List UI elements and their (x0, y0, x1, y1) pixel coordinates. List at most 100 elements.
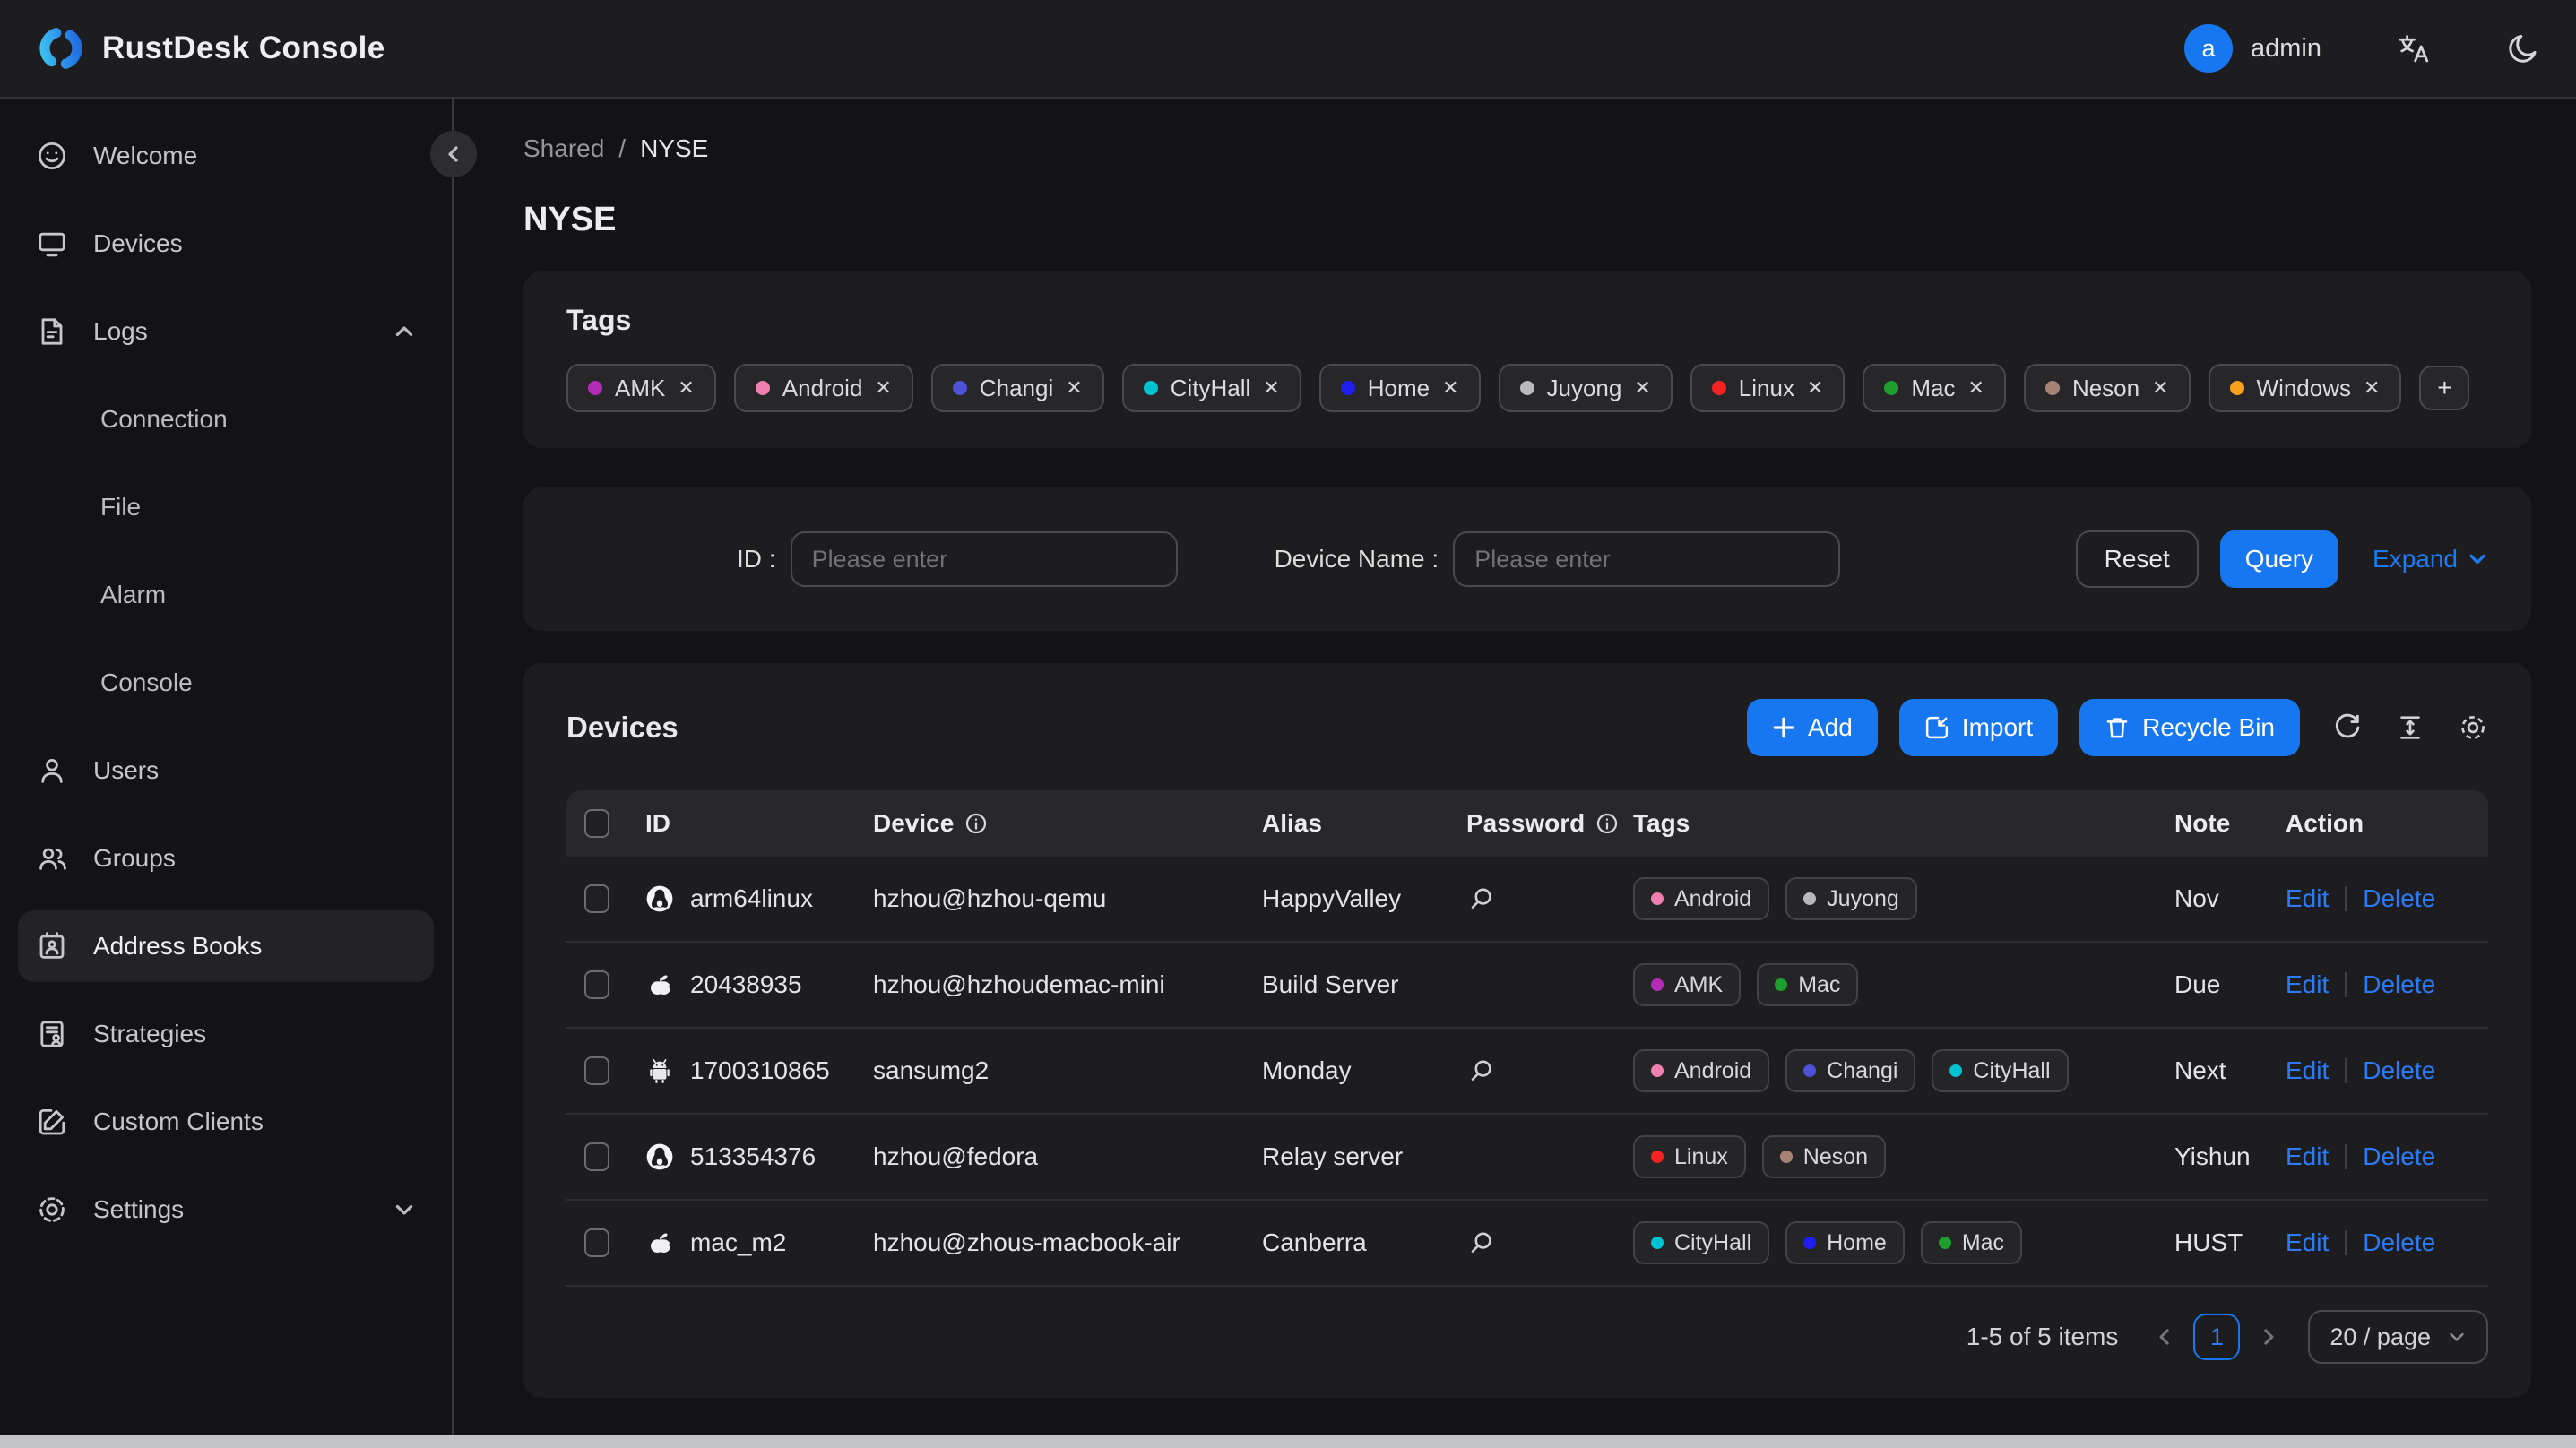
tag-label: Windows (2256, 374, 2352, 401)
edit-link[interactable]: Edit (2286, 1228, 2329, 1257)
tag-chip-changi[interactable]: Changi ✕ (930, 364, 1104, 412)
row-checkbox[interactable] (584, 1228, 609, 1257)
alias: Monday (1262, 1056, 1352, 1084)
action-separator (2345, 1058, 2347, 1083)
remove-tag-icon[interactable]: ✕ (1263, 378, 1279, 398)
prev-page-icon[interactable] (2143, 1326, 2186, 1348)
expand-link[interactable]: Expand (2373, 545, 2488, 573)
import-button[interactable]: Import (1898, 699, 2059, 756)
view-password-icon[interactable] (1466, 884, 1495, 913)
remove-tag-icon[interactable]: ✕ (1634, 378, 1650, 398)
sidebar-item-devices[interactable]: Devices (18, 208, 434, 280)
next-page-icon[interactable] (2247, 1326, 2290, 1348)
remove-tag-icon[interactable]: ✕ (2152, 378, 2168, 398)
sidebar-item-groups[interactable]: Groups (18, 823, 434, 894)
page-size-select[interactable]: 20 / page (2308, 1310, 2488, 1364)
username[interactable]: admin (2251, 34, 2321, 64)
row-checkbox[interactable] (584, 1142, 609, 1171)
tag-chip-juyong[interactable]: Juyong ✕ (1498, 364, 1673, 412)
row-checkbox[interactable] (584, 970, 609, 999)
translate-icon[interactable] (2397, 31, 2431, 65)
row-checkbox-cell (566, 1056, 627, 1085)
remove-tag-icon[interactable]: ✕ (678, 378, 694, 398)
row-checkbox[interactable] (584, 884, 609, 913)
row-checkbox-cell (566, 1228, 627, 1257)
alias-cell: Relay server (1244, 1142, 1448, 1171)
add-tag-button[interactable]: + (2419, 366, 2470, 410)
tag-chip-neson[interactable]: Neson ✕ (2023, 364, 2191, 412)
id-filter-input[interactable] (790, 531, 1178, 587)
tag-chip-mac[interactable]: Mac ✕ (1863, 364, 2006, 412)
sidebar-item-settings[interactable]: Settings (18, 1174, 434, 1245)
page-number-button[interactable]: 1 (2193, 1314, 2241, 1360)
breadcrumb-parent[interactable]: Shared (523, 134, 604, 163)
remove-tag-icon[interactable]: ✕ (1066, 378, 1082, 398)
select-all-checkbox[interactable] (584, 809, 609, 838)
add-button[interactable]: Add (1746, 699, 1878, 756)
query-button[interactable]: Query (2219, 530, 2339, 588)
row-checkbox[interactable] (584, 1056, 609, 1085)
sidebar-item-custom-clients[interactable]: Custom Clients (18, 1086, 434, 1158)
tags-cell: Android Changi CityHall (1615, 1049, 2157, 1092)
tag-chip-amk[interactable]: AMK ✕ (566, 364, 716, 412)
sidebar-subitem-file[interactable]: File (18, 471, 434, 543)
device-name-filter-input[interactable] (1453, 531, 1841, 587)
tag-label: Mac (1798, 971, 1841, 997)
remove-tag-icon[interactable]: ✕ (875, 378, 891, 398)
tags-card-title: Tags (566, 304, 632, 336)
sidebar-item-welcome[interactable]: Welcome (18, 120, 434, 192)
document-icon (36, 315, 68, 348)
delete-link[interactable]: Delete (2363, 1142, 2435, 1171)
table-settings-icon[interactable] (2458, 712, 2488, 743)
sidebar-nav: Welcome Devices Logs Connection File Alarm Con… (18, 120, 434, 1245)
dark-mode-icon[interactable] (2506, 31, 2540, 65)
edit-link[interactable]: Edit (2286, 884, 2329, 913)
sidebar-subitem-alarm[interactable]: Alarm (18, 559, 434, 631)
row-height-icon[interactable] (2395, 712, 2425, 743)
tag-chip-windows[interactable]: Windows ✕ (2208, 364, 2402, 412)
reset-button[interactable]: Reset (2075, 530, 2199, 588)
tag-chip-cityhall[interactable]: CityHall ✕ (1121, 364, 1301, 412)
sidebar-collapse-button[interactable] (430, 131, 477, 177)
horizontal-scrollbar[interactable] (0, 1435, 2576, 1448)
edit-link[interactable]: Edit (2286, 1056, 2329, 1085)
view-password-icon[interactable] (1466, 1056, 1495, 1085)
sidebar-item-logs[interactable]: Logs (18, 296, 434, 367)
delete-link[interactable]: Delete (2363, 970, 2435, 999)
table-row: 1700310865 sansumg2 Monday Android Changi Cit… (566, 1029, 2488, 1115)
edit-link[interactable]: Edit (2286, 970, 2329, 999)
sidebar-item-strategies[interactable]: Strategies (18, 998, 434, 1070)
tag-chip-linux[interactable]: Linux ✕ (1690, 364, 1846, 412)
alias: Canberra (1262, 1228, 1367, 1256)
sidebar-subitem-connection[interactable]: Connection (18, 384, 434, 455)
edit-link[interactable]: Edit (2286, 1142, 2329, 1171)
tag-label: Mac (1961, 1229, 2005, 1255)
delete-link[interactable]: Delete (2363, 884, 2435, 913)
refresh-icon[interactable] (2332, 712, 2363, 743)
device-cell: hzhou@hzhoudemac-mini (855, 970, 1244, 999)
tag-chip-cityhall: CityHall (1932, 1049, 2069, 1092)
sidebar-item-address-books[interactable]: Address Books (18, 910, 434, 982)
plus-icon (1773, 717, 1794, 738)
remove-tag-icon[interactable]: ✕ (1442, 378, 1458, 398)
note: Due (2174, 970, 2221, 998)
sidebar-item-users[interactable]: Users (18, 735, 434, 806)
user-avatar[interactable]: a (2184, 24, 2233, 73)
tag-chip-home[interactable]: Home ✕ (1318, 364, 1481, 412)
remove-tag-icon[interactable]: ✕ (1807, 378, 1823, 398)
password-cell (1448, 1056, 1615, 1085)
import-icon (1925, 716, 1948, 739)
remove-tag-icon[interactable]: ✕ (2364, 378, 2380, 398)
sidebar-subitem-console[interactable]: Console (18, 647, 434, 719)
remove-tag-icon[interactable]: ✕ (1968, 378, 1984, 398)
tag-chip-juyong: Juyong (1785, 877, 1917, 920)
delete-link[interactable]: Delete (2363, 1056, 2435, 1085)
topbar-right: a admin (2184, 24, 2540, 73)
tag-chip-android: Android (1633, 877, 1770, 920)
recycle-bin-button[interactable]: Recycle Bin (2079, 699, 2300, 756)
row-checkbox-cell (566, 970, 627, 999)
info-icon[interactable] (964, 812, 988, 835)
view-password-icon[interactable] (1466, 1228, 1495, 1257)
delete-link[interactable]: Delete (2363, 1228, 2435, 1257)
tag-chip-android[interactable]: Android ✕ (733, 364, 913, 412)
